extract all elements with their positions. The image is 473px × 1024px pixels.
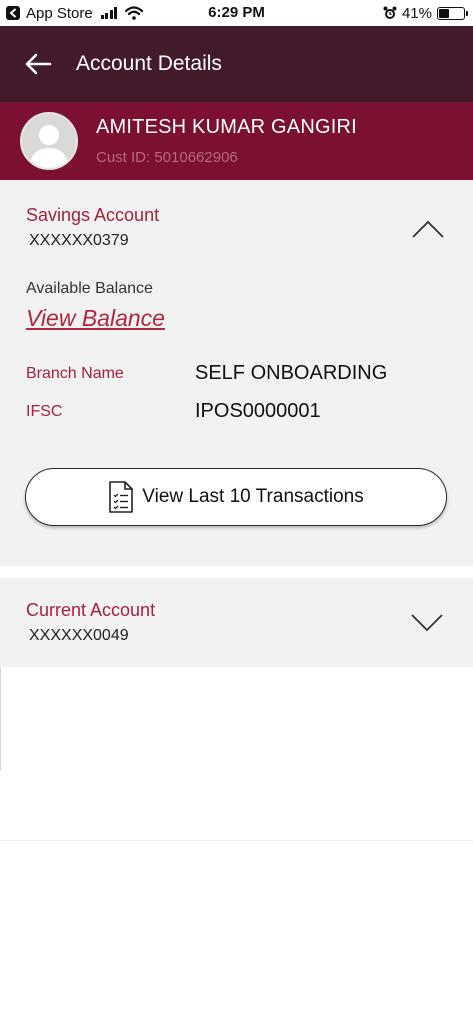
battery-icon [437, 6, 468, 20]
current-account-card[interactable]: Current Account XXXXXX0049 [0, 578, 473, 667]
branch-name-label: Branch Name [26, 365, 124, 382]
back-button[interactable] [24, 49, 54, 79]
available-balance-label: Available Balance [26, 280, 153, 297]
branch-name-value: SELF ONBOARDING [195, 362, 388, 384]
avatar [20, 112, 78, 170]
arrow-left-icon [25, 53, 52, 75]
user-placeholder-icon [29, 125, 69, 168]
current-account-number: XXXXXX0049 [29, 627, 129, 644]
view-transactions-label: View Last 10 Transactions [142, 486, 364, 507]
status-right: 41% [383, 4, 468, 22]
battery-level-fill [439, 8, 449, 18]
current-account-title[interactable]: Current Account [26, 600, 155, 621]
document-list-icon [109, 481, 134, 513]
savings-account-card: Savings Account XXXXXX0379 Available Bal… [0, 180, 473, 566]
status-bar: App Store 6:29 PM 41% [0, 0, 473, 26]
customer-profile: AMITESH KUMAR GANGIRI Cust ID: 501066290… [0, 102, 473, 180]
savings-account-title[interactable]: Savings Account [26, 205, 159, 226]
divider [0, 840, 473, 841]
view-balance-link[interactable]: View Balance [26, 305, 165, 332]
alarm-clock-icon [383, 6, 397, 19]
savings-account-number: XXXXXX0379 [29, 232, 129, 249]
battery-percent: 41% [401, 4, 432, 22]
ifsc-label: IFSC [26, 403, 63, 420]
ifsc-value: IPOS0000001 [195, 400, 321, 422]
customer-id: Cust ID: 5010662906 [96, 149, 238, 166]
chevron-down-icon[interactable] [409, 612, 445, 634]
customer-name: AMITESH KUMAR GANGIRI [96, 116, 357, 138]
chevron-up-icon[interactable] [410, 218, 446, 240]
app-header: Account Details [0, 26, 473, 102]
view-transactions-button[interactable]: View Last 10 Transactions [25, 468, 447, 526]
page-title: Account Details [76, 52, 222, 75]
divider [0, 667, 1, 771]
